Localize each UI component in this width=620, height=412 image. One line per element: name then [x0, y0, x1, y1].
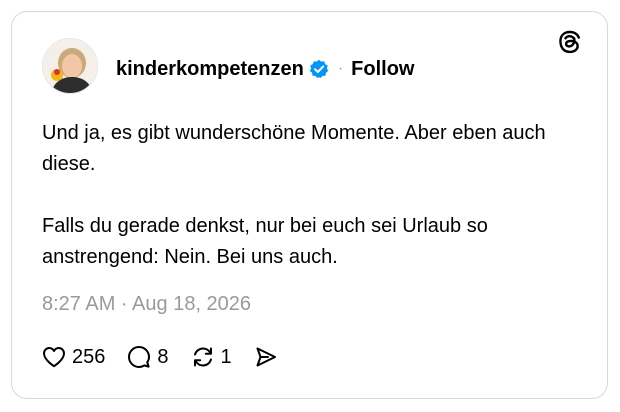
post-paragraph: Falls du gerade denkst, nur bei euch sei… [42, 215, 488, 268]
heart-icon [42, 346, 66, 368]
post-header: kinderkompetenzen · Follow [116, 55, 414, 83]
send-icon [254, 345, 278, 369]
reply-count: 8 [157, 345, 169, 368]
post-body: Und ja, es gibt wunderschöne Momente. Ab… [42, 118, 582, 273]
separator-dot: · [337, 60, 344, 77]
avatar[interactable] [42, 38, 98, 94]
reply-button[interactable]: 8 [127, 345, 169, 369]
post-actions: 256 8 1 [42, 342, 300, 372]
post-paragraph: Und ja, es gibt wunderschöne Momente. Ab… [42, 122, 546, 175]
like-button[interactable]: 256 [42, 346, 105, 369]
repost-icon [191, 345, 215, 369]
post-timestamp[interactable]: 8:27 AM · Aug 18, 2026 [42, 293, 251, 316]
share-button[interactable] [254, 345, 278, 369]
like-count: 256 [72, 345, 106, 368]
follow-button[interactable]: Follow [351, 58, 414, 81]
repost-button[interactable]: 1 [191, 345, 232, 369]
repost-count: 1 [220, 345, 232, 368]
speech-bubble-icon [127, 345, 151, 369]
username[interactable]: kinderkompetenzen [116, 58, 304, 81]
threads-logo-icon[interactable] [557, 29, 583, 55]
verified-badge-icon [309, 59, 329, 79]
